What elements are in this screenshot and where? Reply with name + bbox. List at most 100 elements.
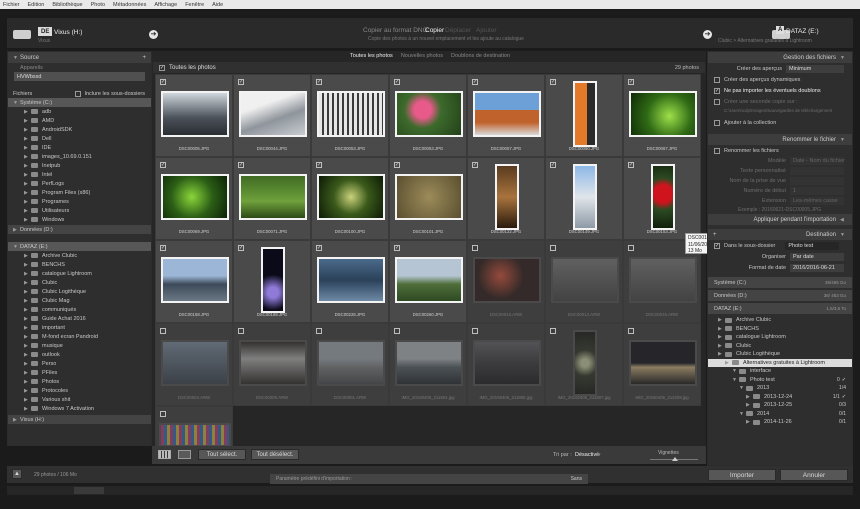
select-all-checkbox[interactable]: ✓ [159, 64, 165, 71]
chevron-icon[interactable]: ▶ [725, 360, 732, 366]
chevron-icon[interactable]: ▶ [718, 343, 725, 349]
photo-thumbnail[interactable] [239, 340, 307, 386]
photo-cell[interactable]: IMG_20160406_212208.jpg [623, 323, 701, 406]
photo-thumbnail[interactable] [161, 340, 229, 386]
photo-thumbnail[interactable] [573, 81, 597, 147]
dest-drive[interactable]: DATAZ (E:) 1,5/3,6 To [708, 303, 852, 314]
photo-checkbox[interactable] [316, 328, 322, 334]
second-copy-checkbox[interactable] [714, 98, 720, 105]
into-subfolder-checkbox[interactable]: ✓ [714, 242, 720, 249]
chevron-right-icon[interactable]: ▶ [24, 397, 31, 403]
chevron-icon[interactable]: ▶ [718, 351, 725, 357]
rename-checkbox[interactable] [714, 147, 720, 154]
folder-item[interactable]: ▶ Perso [8, 359, 151, 368]
folder-item[interactable]: ▶ adb [8, 107, 151, 116]
chevron-icon[interactable]: ▼ [739, 411, 746, 417]
include-subfolders-checkbox[interactable] [75, 90, 82, 97]
dest-drive[interactable]: Données (D:) 36/ 463 Go [708, 290, 852, 301]
chevron-icon[interactable]: ▶ [718, 317, 725, 323]
chevron-icon[interactable]: ▼ [739, 385, 746, 391]
folder-item[interactable]: ▶ Clubic Logithèque [8, 287, 151, 296]
folder-item[interactable]: ▶ images_10.69.0.151 [8, 152, 151, 161]
folder-item[interactable]: ▶ Protocoles [8, 386, 151, 395]
folder-item[interactable]: ▶ IDE [8, 143, 151, 152]
photo-checkbox[interactable]: ✓ [628, 79, 634, 85]
menu-item[interactable]: Aide [212, 2, 223, 8]
photo-checkbox[interactable] [628, 328, 634, 334]
photo-checkbox[interactable]: ✓ [316, 245, 322, 251]
folder-item[interactable]: ▶ Photos [8, 377, 151, 386]
rename-option-field[interactable]: Les-mêmes casse [790, 197, 844, 205]
photo-thumbnail[interactable] [261, 247, 285, 313]
photo-checkbox[interactable]: ✓ [238, 162, 244, 168]
photo-cell[interactable]: DSC00004.ARW [155, 323, 233, 406]
folder-item[interactable]: ▶ AMD [8, 116, 151, 125]
dest-folder-item[interactable]: ▶ BENCHS [708, 325, 852, 334]
photo-cell[interactable]: ✓ DSC00060.JPG [545, 74, 623, 157]
rename-option-field[interactable]: 1 [790, 187, 844, 195]
photo-thumbnail[interactable] [651, 164, 675, 230]
slider-handle[interactable] [672, 457, 678, 461]
photo-checkbox[interactable] [472, 245, 478, 251]
photo-checkbox[interactable] [238, 328, 244, 334]
dest-folder-item[interactable]: ▶ Alternatives gratuites à Lightroom [708, 358, 852, 367]
photo-checkbox[interactable]: ✓ [472, 79, 478, 85]
chevron-right-icon[interactable]: ▶ [24, 325, 31, 331]
menu-item[interactable]: Affichage [154, 2, 177, 8]
rename-option-field[interactable] [790, 167, 844, 175]
tab-all-photos[interactable]: Toutes les photos [350, 53, 393, 59]
photo-cell[interactable]: IMG_20160406_211806.jpg [467, 323, 545, 406]
folder-item[interactable]: ▶ outlook [8, 350, 151, 359]
dest-folder-item[interactable]: ▼ 2014 0/1 [708, 410, 852, 419]
date-format-select[interactable]: 2016/2016-06-21 [790, 263, 844, 272]
photo-cell[interactable]: ✓ DSC00153.JPG [623, 157, 701, 240]
folder-item[interactable]: ▶ AndroidSDK [8, 125, 151, 134]
photo-cell[interactable]: ✓ DSC00071.JPG [233, 157, 311, 240]
chevron-right-icon[interactable]: ▶ [24, 370, 31, 376]
dest-folder-item[interactable]: ▶ Archive Clubic [708, 316, 852, 325]
photo-thumbnail[interactable] [573, 330, 597, 396]
folder-item[interactable]: ▶ musique [8, 341, 151, 350]
drive-system[interactable]: Système (C:) [20, 100, 52, 106]
chevron-icon[interactable]: ▶ [718, 334, 725, 340]
photo-thumbnail[interactable] [395, 174, 463, 220]
import-preset-bar[interactable]: Paramètre prédéfini d'importation : Sans [270, 474, 588, 484]
chevron-right-icon[interactable]: ▶ [24, 388, 31, 394]
dest-drive[interactable]: Système (C:) 39/465 Go [708, 277, 852, 288]
folder-item[interactable]: ▶ Windows 7 Activation [8, 404, 151, 413]
photo-checkbox[interactable]: ✓ [550, 79, 556, 85]
dest-folder-item[interactable]: ▶ 2013-12-25 0/3 [708, 401, 852, 410]
folder-item[interactable]: ▶ PFiles [8, 368, 151, 377]
photo-checkbox[interactable]: ✓ [238, 245, 244, 251]
photo-cell[interactable]: ✓ DSC00100.JPG [311, 157, 389, 240]
chevron-right-icon[interactable]: ▶ [24, 163, 31, 169]
folder-item[interactable]: ▶ Guide Achat 2016 [8, 314, 151, 323]
folder-item[interactable]: ▶ BENCHS [8, 260, 151, 269]
photo-thumbnail[interactable] [161, 91, 229, 137]
folder-item[interactable]: ▶ Windows [8, 215, 151, 224]
no-dupes-checkbox[interactable]: ✓ [714, 87, 720, 94]
photo-thumbnail[interactable] [551, 257, 619, 303]
dest-folder-item[interactable]: ▼ 2013 1/4 [708, 384, 852, 393]
photo-thumbnail[interactable] [317, 257, 385, 303]
folder-item[interactable]: ▶ Utilisateurs [8, 206, 151, 215]
dest-folder-item[interactable]: ▶ 2013-12-24 1/1 ✓ [708, 393, 852, 402]
organise-select[interactable]: Par date [790, 252, 844, 261]
photo-cell[interactable]: ✓ DSC00005.JPG [155, 74, 233, 157]
photo-checkbox[interactable]: ✓ [316, 162, 322, 168]
photo-cell[interactable]: DSC00009.ARW [233, 323, 311, 406]
photo-cell[interactable]: ✓ DSC00260.JPG [389, 240, 467, 323]
smart-previews-checkbox[interactable] [714, 76, 720, 83]
rename-option-field[interactable]: Date - Nom du fichier [790, 157, 845, 165]
photo-cell[interactable]: ✓ DSC00053.JPG [311, 74, 389, 157]
photo-thumbnail[interactable] [317, 91, 385, 137]
chevron-right-icon[interactable]: ▶ [24, 154, 31, 160]
photo-checkbox[interactable] [472, 328, 478, 334]
filmstrip-scrollbar[interactable] [7, 486, 853, 495]
device-item[interactable]: HVWbssd [14, 72, 145, 81]
menu-item[interactable]: Photo [91, 2, 105, 8]
photo-thumbnail[interactable] [317, 174, 385, 220]
photo-cell[interactable]: ✓ DSC00053.JPG [389, 74, 467, 157]
photo-checkbox[interactable]: ✓ [316, 79, 322, 85]
drive-vixus[interactable]: Vixus (H:) [20, 417, 44, 423]
